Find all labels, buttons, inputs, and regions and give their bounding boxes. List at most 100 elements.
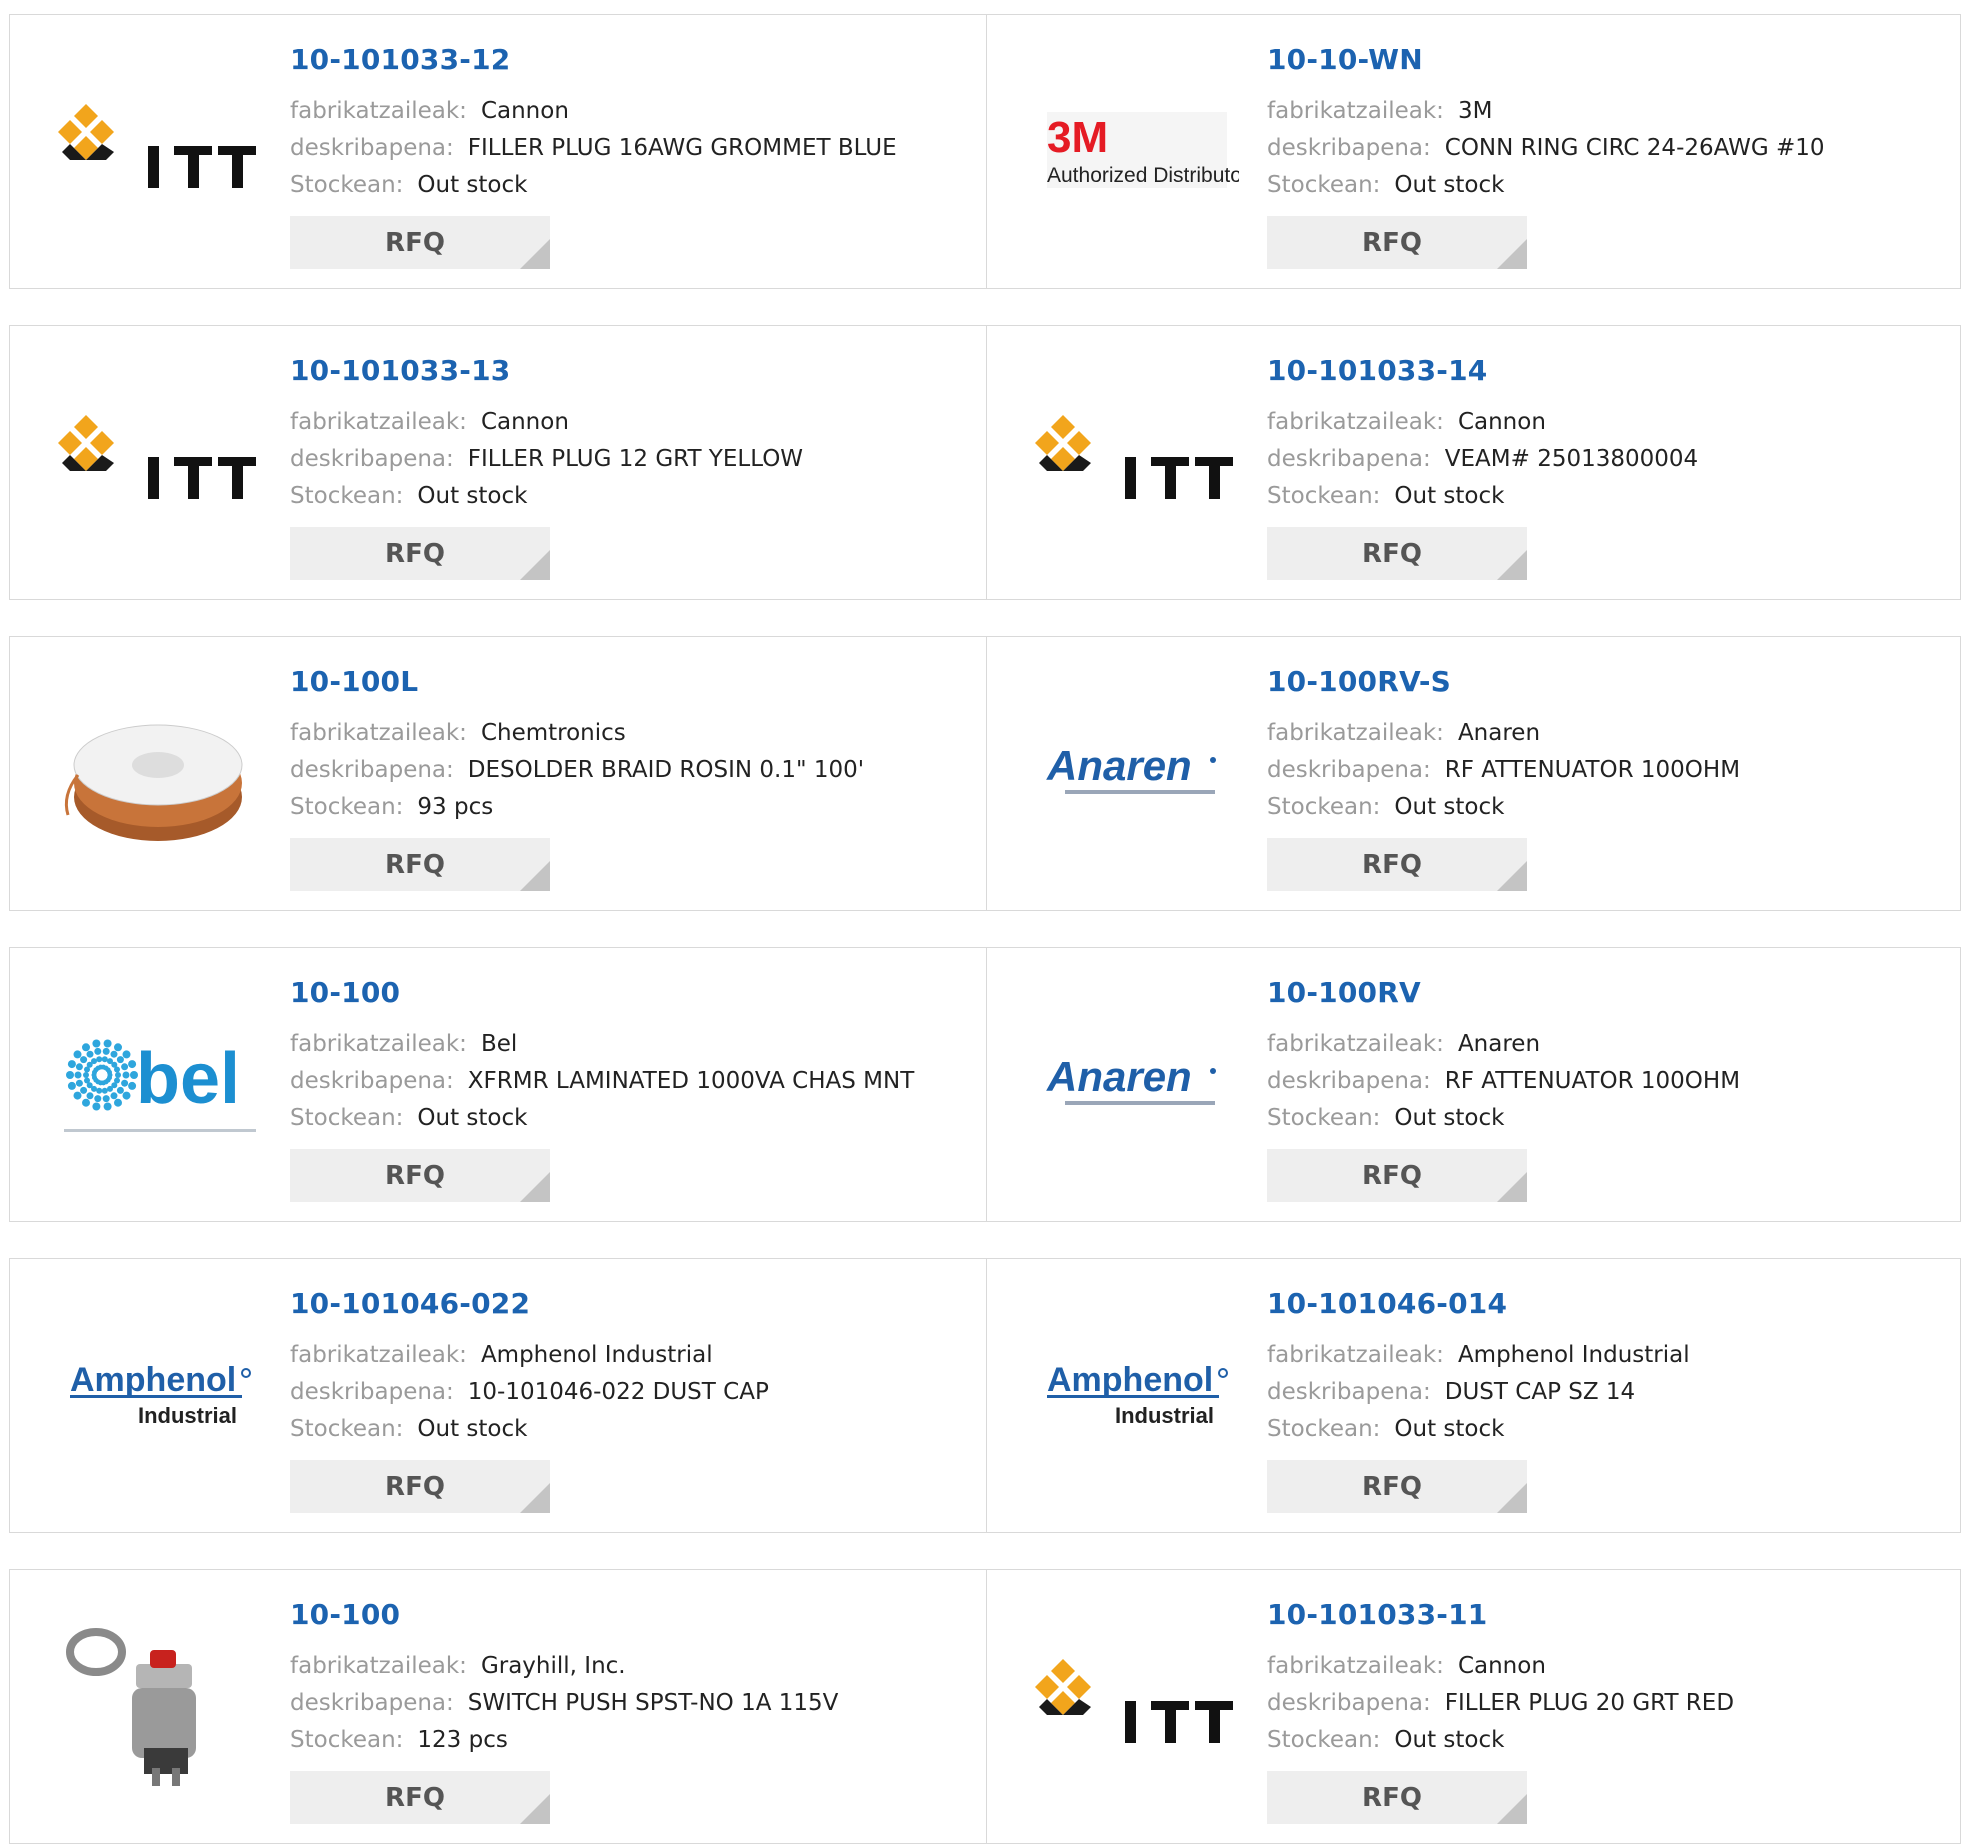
rfq-button[interactable]: RFQ xyxy=(290,1149,550,1202)
description-row: deskribapena: FILLER PLUG 12 GRT YELLOW xyxy=(290,446,803,472)
stock-label: Stockean: xyxy=(290,1416,404,1442)
rfq-corner-decoration xyxy=(1497,550,1527,580)
manufacturer-row: fabrikatzaileak: 3M xyxy=(1267,98,1492,124)
rfq-button[interactable]: RFQ xyxy=(1267,1460,1527,1513)
svg-text:Amphenol: Amphenol xyxy=(70,1361,236,1399)
stock-row: Stockean: Out stock xyxy=(1267,1727,1504,1753)
rfq-label: RFQ xyxy=(1362,1160,1422,1191)
manufacturer-row: fabrikatzaileak: Cannon xyxy=(290,409,569,435)
rfq-button[interactable]: RFQ xyxy=(1267,838,1527,891)
rfq-button[interactable]: RFQ xyxy=(290,527,550,580)
part-number-link[interactable]: 10-100 xyxy=(290,976,400,1009)
product-card-4: 10-101033-14 fabrikatzaileak: Cannon desk… xyxy=(986,325,1961,600)
product-card-5: 10-100L fabrikatzaileak: Chemtronics desk… xyxy=(9,636,988,911)
svg-text:Amphenol: Amphenol xyxy=(1047,1361,1213,1399)
description-row: deskribapena: 10-101046-022 DUST CAP xyxy=(290,1379,769,1405)
braid-spool-photo xyxy=(44,715,276,841)
rfq-button[interactable]: RFQ xyxy=(1267,1149,1527,1202)
product-card-9: Amphenol Industrial 10-101046-022 fabrik… xyxy=(9,1258,988,1533)
stock-label: Stockean: xyxy=(290,1727,404,1753)
rfq-button[interactable]: RFQ xyxy=(290,838,550,891)
bel-logo: bel xyxy=(44,1026,276,1146)
stock-row: Stockean: Out stock xyxy=(1267,483,1504,509)
anaren-logo: Anaren xyxy=(1021,715,1253,835)
svg-text:Industrial: Industrial xyxy=(138,1403,237,1428)
stock-value: Out stock xyxy=(1394,1727,1505,1753)
rfq-button[interactable]: RFQ xyxy=(1267,1771,1527,1824)
rfq-button[interactable]: RFQ xyxy=(1267,216,1527,269)
stock-row: Stockean: Out stock xyxy=(290,1416,527,1442)
description-label: deskribapena: xyxy=(290,446,454,472)
description-row: deskribapena: RF ATTENUATOR 100OHM xyxy=(1267,1068,1740,1094)
itt-logo xyxy=(44,93,276,213)
part-number-link[interactable]: 10-101033-12 xyxy=(290,43,510,76)
part-number-link[interactable]: 10-10-WN xyxy=(1267,43,1423,76)
stock-label: Stockean: xyxy=(290,794,404,820)
stock-value: Out stock xyxy=(417,172,528,198)
description-value: 10-101046-022 DUST CAP xyxy=(467,1379,769,1405)
description-label: deskribapena: xyxy=(290,135,454,161)
stock-label: Stockean: xyxy=(1267,1727,1381,1753)
3m-logo: 3M Authorized Distributor xyxy=(1021,93,1253,213)
stock-label: Stockean: xyxy=(290,483,404,509)
rfq-button[interactable]: RFQ xyxy=(290,1460,550,1513)
product-card-12: 10-101033-11 fabrikatzaileak: Cannon desk… xyxy=(986,1569,1961,1844)
svg-text:Industrial: Industrial xyxy=(1115,1403,1214,1428)
manufacturer-value: Grayhill, Inc. xyxy=(480,1653,626,1679)
product-grid: 10-101033-12 fabrikatzaileak: Cannon desk… xyxy=(0,0,1961,1844)
manufacturer-label: fabrikatzaileak: xyxy=(290,1031,467,1057)
description-value: RF ATTENUATOR 100OHM xyxy=(1444,757,1741,783)
manufacturer-value: Chemtronics xyxy=(480,720,626,746)
rfq-label: RFQ xyxy=(1362,227,1422,258)
manufacturer-value: Cannon xyxy=(480,409,569,435)
rfq-label: RFQ xyxy=(1362,1471,1422,1502)
itt-logo xyxy=(1021,1648,1253,1768)
part-number-link[interactable]: 10-101046-014 xyxy=(1267,1287,1507,1320)
manufacturer-row: fabrikatzaileak: Cannon xyxy=(290,98,569,124)
description-value: VEAM# 25013800004 xyxy=(1444,446,1699,472)
part-number-link[interactable]: 10-100RV-S xyxy=(1267,665,1451,698)
part-number-link[interactable]: 10-100L xyxy=(290,665,418,698)
stock-row: Stockean: Out stock xyxy=(1267,794,1504,820)
manufacturer-label: fabrikatzaileak: xyxy=(290,98,467,124)
description-value: FILLER PLUG 20 GRT RED xyxy=(1444,1690,1735,1716)
description-value: DUST CAP SZ 14 xyxy=(1444,1379,1636,1405)
part-number-link[interactable]: 10-101046-022 xyxy=(290,1287,530,1320)
part-number-link[interactable]: 10-100 xyxy=(290,1598,400,1631)
description-row: deskribapena: FILLER PLUG 20 GRT RED xyxy=(1267,1690,1734,1716)
rfq-corner-decoration xyxy=(520,1483,550,1513)
stock-value: 123 pcs xyxy=(417,1727,508,1753)
stock-value: Out stock xyxy=(1394,483,1505,509)
stock-row: Stockean: Out stock xyxy=(1267,1105,1504,1131)
svg-text:Anaren: Anaren xyxy=(1046,742,1192,789)
push-switch-photo xyxy=(44,1628,276,1786)
description-value: RF ATTENUATOR 100OHM xyxy=(1444,1068,1741,1094)
manufacturer-row: fabrikatzaileak: Amphenol Industrial xyxy=(290,1342,713,1368)
stock-value: Out stock xyxy=(417,483,528,509)
manufacturer-row: fabrikatzaileak: Bel xyxy=(290,1031,517,1057)
part-number-link[interactable]: 10-100RV xyxy=(1267,976,1421,1009)
rfq-button[interactable]: RFQ xyxy=(1267,527,1527,580)
manufacturer-value: Cannon xyxy=(1457,409,1546,435)
manufacturer-row: fabrikatzaileak: Grayhill, Inc. xyxy=(290,1653,626,1679)
manufacturer-row: fabrikatzaileak: Anaren xyxy=(1267,720,1540,746)
product-card-1: 10-101033-12 fabrikatzaileak: Cannon desk… xyxy=(9,14,988,289)
rfq-button[interactable]: RFQ xyxy=(290,216,550,269)
product-card-6: Anaren 10-100RV-S fabrikatzaileak: Anaren… xyxy=(986,636,1961,911)
part-number-link[interactable]: 10-101033-11 xyxy=(1267,1598,1487,1631)
rfq-button[interactable]: RFQ xyxy=(290,1771,550,1824)
part-number-link[interactable]: 10-101033-13 xyxy=(290,354,510,387)
rfq-corner-decoration xyxy=(1497,1172,1527,1202)
stock-label: Stockean: xyxy=(1267,1416,1381,1442)
part-number-link[interactable]: 10-101033-14 xyxy=(1267,354,1487,387)
rfq-corner-decoration xyxy=(1497,861,1527,891)
description-value: SWITCH PUSH SPST-NO 1A 115V xyxy=(467,1690,839,1716)
manufacturer-row: fabrikatzaileak: Cannon xyxy=(1267,409,1546,435)
description-label: deskribapena: xyxy=(290,757,454,783)
description-value: XFRMR LAMINATED 1000VA CHAS MNT xyxy=(467,1068,915,1094)
stock-row: Stockean: 93 pcs xyxy=(290,794,493,820)
svg-text:3M: 3M xyxy=(1047,113,1108,162)
description-label: deskribapena: xyxy=(1267,1379,1431,1405)
stock-label: Stockean: xyxy=(290,172,404,198)
description-row: deskribapena: FILLER PLUG 16AWG GROMMET B… xyxy=(290,135,897,161)
